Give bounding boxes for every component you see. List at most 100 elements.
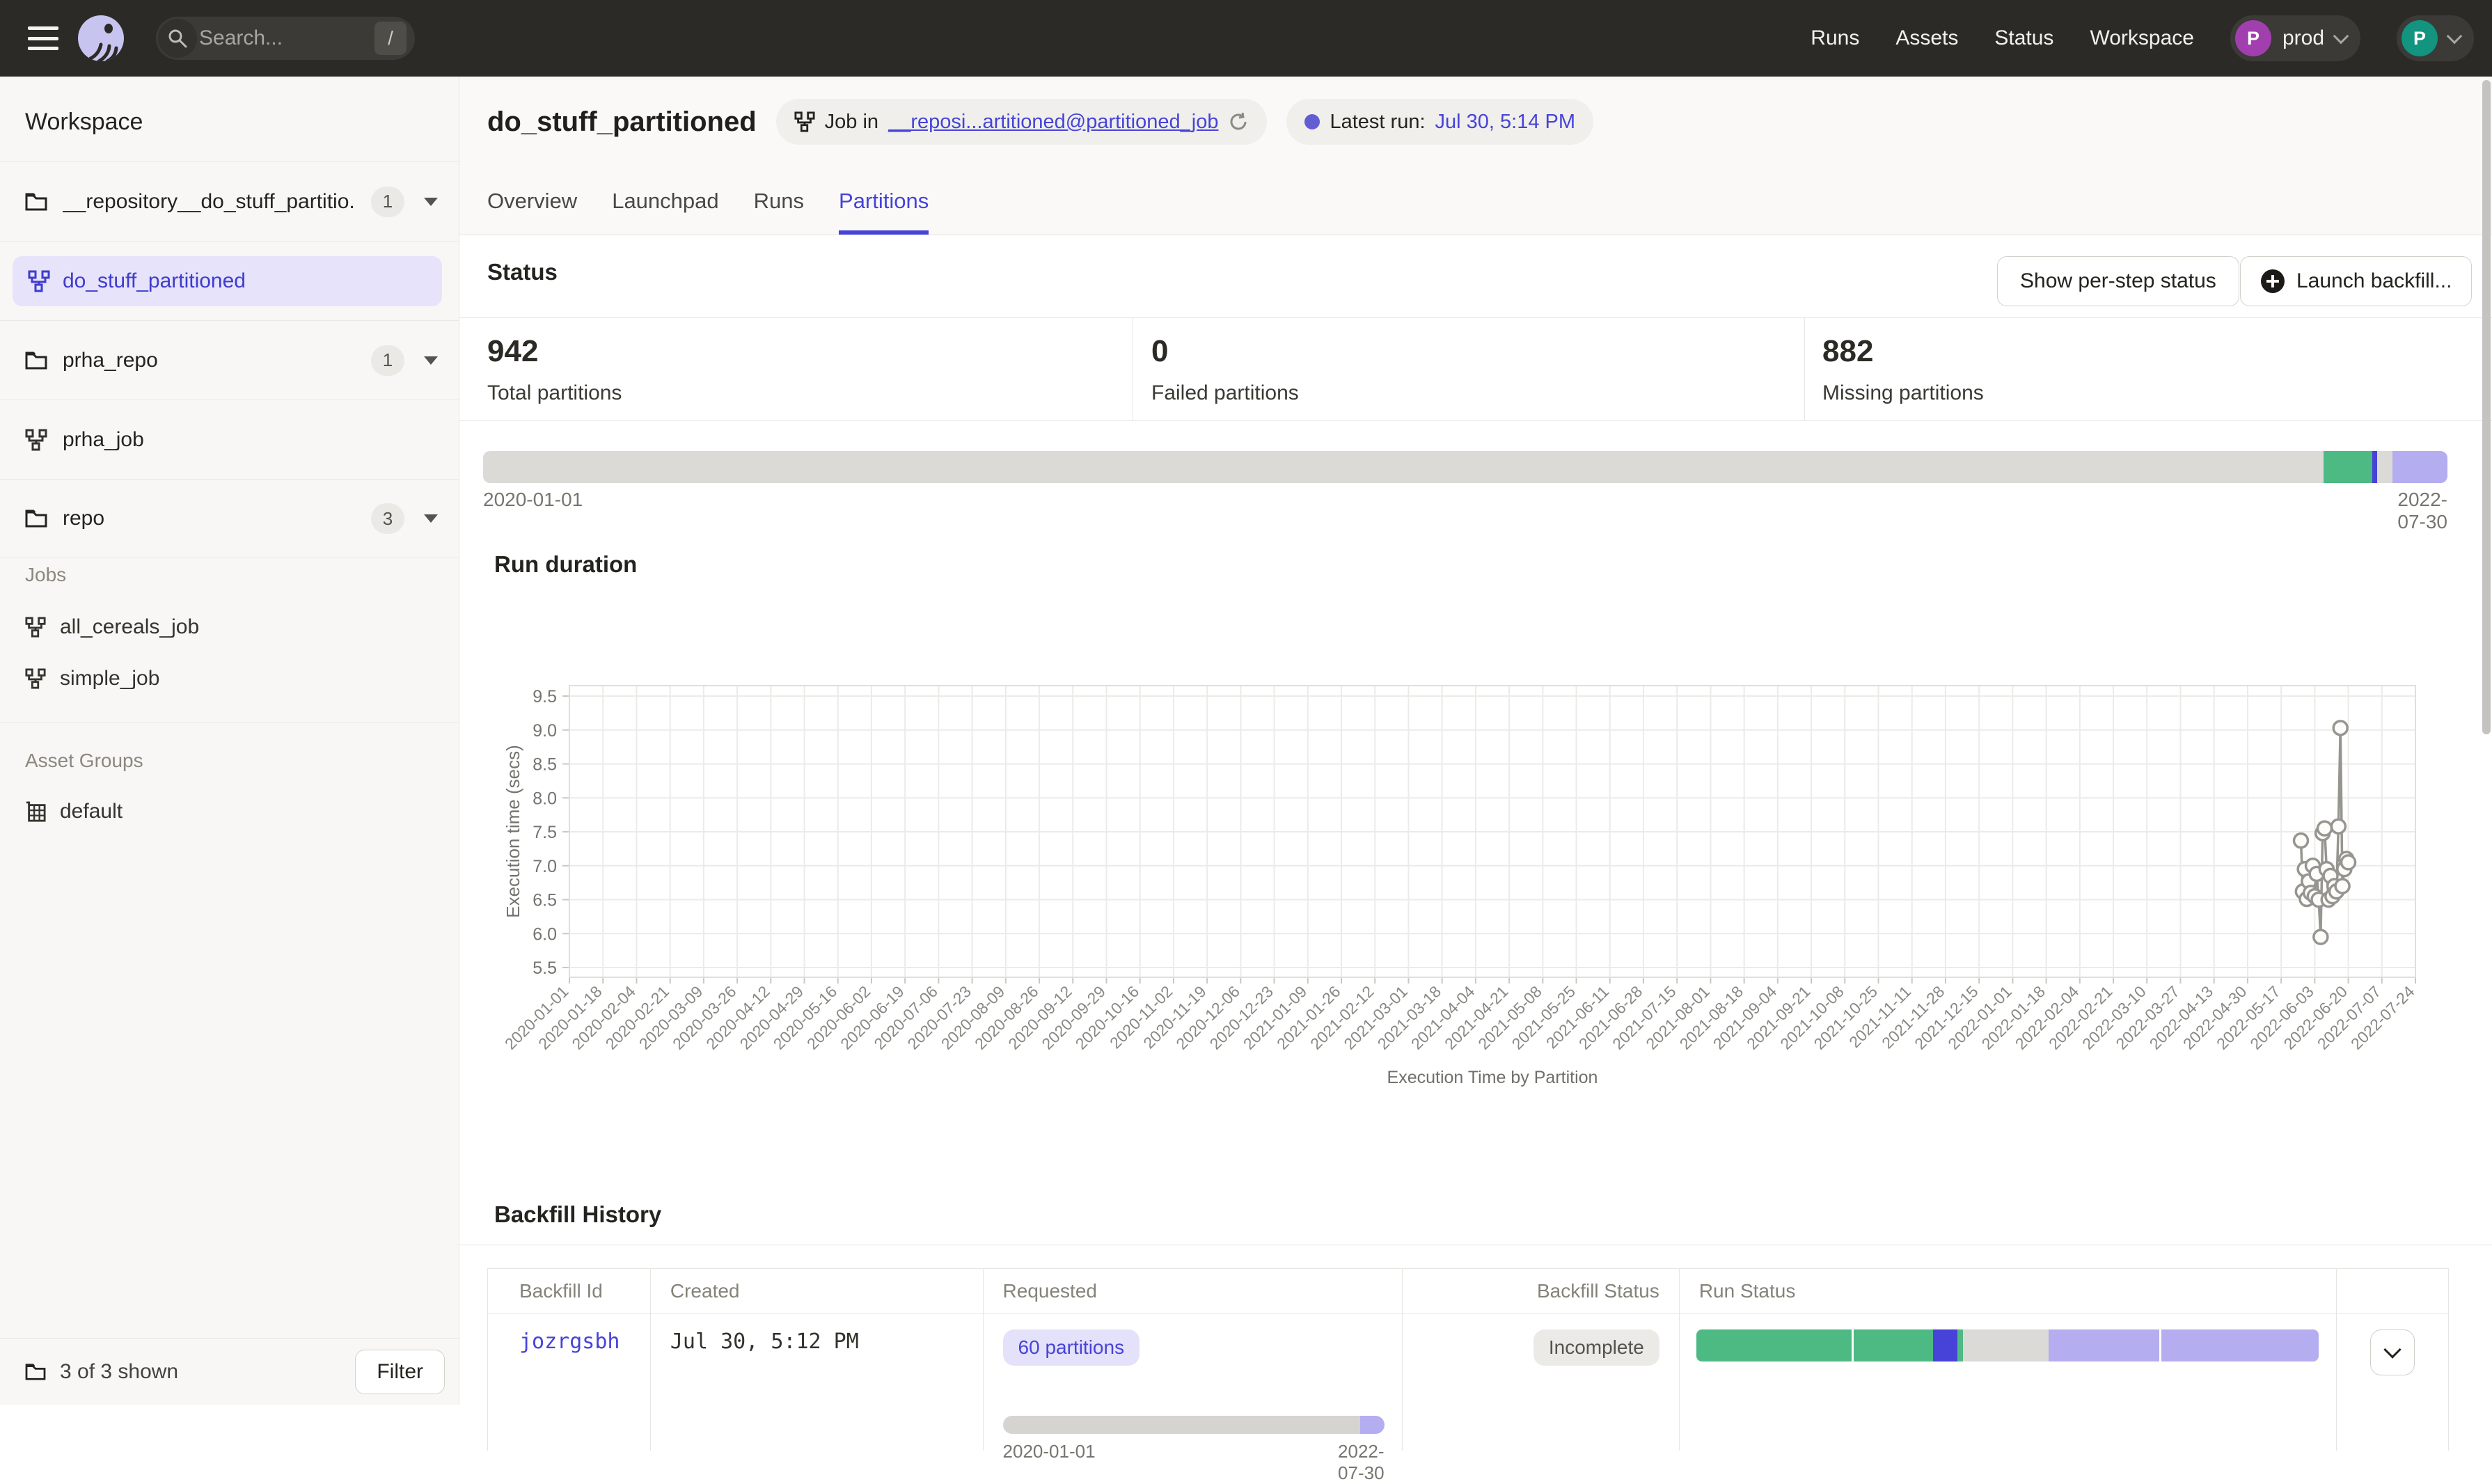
partition-range-end: 2022-07-30 [2397,489,2447,533]
dagster-logo-icon[interactable] [78,15,124,61]
sidebar-item-prha-job[interactable]: prha_job [0,400,459,479]
repos-shown-count: 3 of 3 shown [60,1360,341,1384]
launch-backfill-label: Launch backfill... [2296,269,2452,293]
nav-runs[interactable]: Runs [1811,26,1859,50]
sidebar-item-all-cereals-job[interactable]: all_cereals_job [25,615,459,639]
stat-value: 0 [1151,334,1299,369]
latest-run-prefix: Latest run: [1330,111,1425,134]
job-label: simple_job [60,667,159,690]
asset-group-icon [25,801,46,822]
user-menu[interactable]: P [2397,15,2474,61]
global-search[interactable]: / [156,17,415,60]
reload-icon[interactable] [1228,111,1249,132]
svg-text:9.5: 9.5 [533,687,557,707]
latest-run-link[interactable]: Jul 30, 5:14 PM [1435,111,1576,134]
stat-label: Total partitions [487,381,622,405]
tab-partitions[interactable]: Partitions [839,189,929,235]
tab-overview[interactable]: Overview [487,189,577,235]
latest-run-pill: Latest run: Jul 30, 5:14 PM [1286,99,1593,145]
folder-icon [25,1363,46,1381]
stat-label: Failed partitions [1151,381,1299,405]
backfill-history-heading: Backfill History [494,1201,661,1228]
run-duration-chart[interactable]: 2020-01-012020-01-182020-02-042020-02-21… [459,585,2492,1100]
job-icon [25,668,46,689]
folder-icon [25,509,47,528]
sidebar-item-do-stuff-partitioned: do_stuff_partitioned [0,241,459,320]
sidebar-title: Workspace [25,109,143,136]
job-location-prefix: Job in [825,111,878,134]
job-icon [28,270,50,292]
nav-workspace[interactable]: Workspace [2090,26,2194,50]
sidebar-item-repo[interactable]: repo 3 [0,479,459,558]
repo-count-badge: 1 [371,187,404,217]
partition-status-bar[interactable] [483,451,2447,483]
page-title: do_stuff_partitioned [487,106,757,138]
search-icon [158,19,197,58]
repo-label: prha_job [63,428,438,452]
job-label: do_stuff_partitioned [63,269,427,293]
table-header-row: Backfill Id Created Requested Backfill S… [488,1269,2448,1313]
stat-value: 882 [1822,334,1984,369]
run-duration-heading: Run duration [494,551,637,578]
svg-text:6.0: 6.0 [533,924,557,944]
divider [1804,318,1805,420]
sidebar-item-repository-do-stuff[interactable]: __repository__do_stuff_partitio... 1 [0,161,459,241]
svg-text:5.5: 5.5 [533,958,557,978]
job-location-link[interactable]: __reposi...artitioned@partitioned_job [888,111,1218,134]
col-backfill-id: Backfill Id [488,1269,651,1313]
nav-status[interactable]: Status [1994,26,2053,50]
col-requested: Requested [984,1269,1403,1313]
tab-runs[interactable]: Runs [754,189,804,235]
folder-icon [25,192,47,212]
launch-backfill-button[interactable]: Launch backfill... [2240,256,2472,306]
svg-text:7.5: 7.5 [533,823,557,842]
expand-caret-icon[interactable] [424,514,438,523]
user-avatar: P [2402,20,2438,56]
backfill-history-table: Backfill Id Created Requested Backfill S… [487,1268,2449,1451]
sidebar-item-asset-group-default[interactable]: default [25,800,459,823]
top-navigation-bar: / Runs Assets Status Workspace P prod P [0,0,2492,77]
search-shortcut-key: / [374,22,407,55]
sidebar-item-prha-repo[interactable]: prha_repo 1 [0,320,459,400]
run-status-bar[interactable] [1696,1329,2319,1361]
filter-button[interactable]: Filter [355,1350,445,1394]
divider [459,420,2492,421]
svg-text:Execution Time by Partition: Execution Time by Partition [1387,1068,1598,1087]
svg-text:Execution time (secs): Execution time (secs) [503,745,523,918]
expand-row-button[interactable] [2370,1329,2415,1375]
svg-text:9.0: 9.0 [533,721,557,741]
chevron-down-icon [2447,29,2463,45]
stat-missing-partitions: 882 Missing partitions [1822,334,1984,405]
deployment-switcher[interactable]: P prod [2230,15,2360,61]
requested-partitions-badge[interactable]: 60 partitions [1003,1329,1140,1366]
asset-groups-section-label: Asset Groups [25,750,459,772]
search-input[interactable] [199,26,374,50]
sidebar-item-simple-job[interactable]: simple_job [25,667,459,690]
table-row: jozrgsbh Jul 30, 5:12 PM 60 partitions 2… [488,1313,2448,1451]
divider [459,317,2492,318]
stat-failed-partitions: 0 Failed partitions [1151,334,1299,405]
backfill-status-badge: Incomplete [1533,1329,1659,1366]
selected-job-do-stuff-partitioned[interactable]: do_stuff_partitioned [13,256,442,306]
backfill-id-link[interactable]: jozrgsbh [519,1329,620,1354]
show-per-step-status-button[interactable]: Show per-step status [1997,256,2239,306]
repository-list: __repository__do_stuff_partitio... 1 do_… [0,161,459,558]
requested-partitions-bar [1003,1416,1385,1434]
nav-assets[interactable]: Assets [1895,26,1958,50]
hamburger-menu-icon[interactable] [28,26,58,50]
deployment-name: prod [2282,26,2324,50]
repo-label: prha_repo [63,349,356,372]
stat-value: 942 [487,334,622,369]
run-status-dot-icon [1304,114,1320,129]
expand-caret-icon[interactable] [424,198,438,206]
job-label: all_cereals_job [60,615,199,639]
expand-caret-icon[interactable] [424,356,438,365]
chevron-down-icon [2333,29,2349,45]
asset-group-label: default [60,800,123,823]
repo-count-badge: 1 [371,345,404,376]
sidebar-footer: 3 of 3 shown Filter [0,1338,459,1405]
tab-launchpad[interactable]: Launchpad [612,189,718,235]
top-nav-links: Runs Assets Status Workspace P prod P [1811,15,2474,61]
page-scrollbar[interactable] [2482,80,2491,734]
deployment-avatar: P [2235,20,2271,56]
